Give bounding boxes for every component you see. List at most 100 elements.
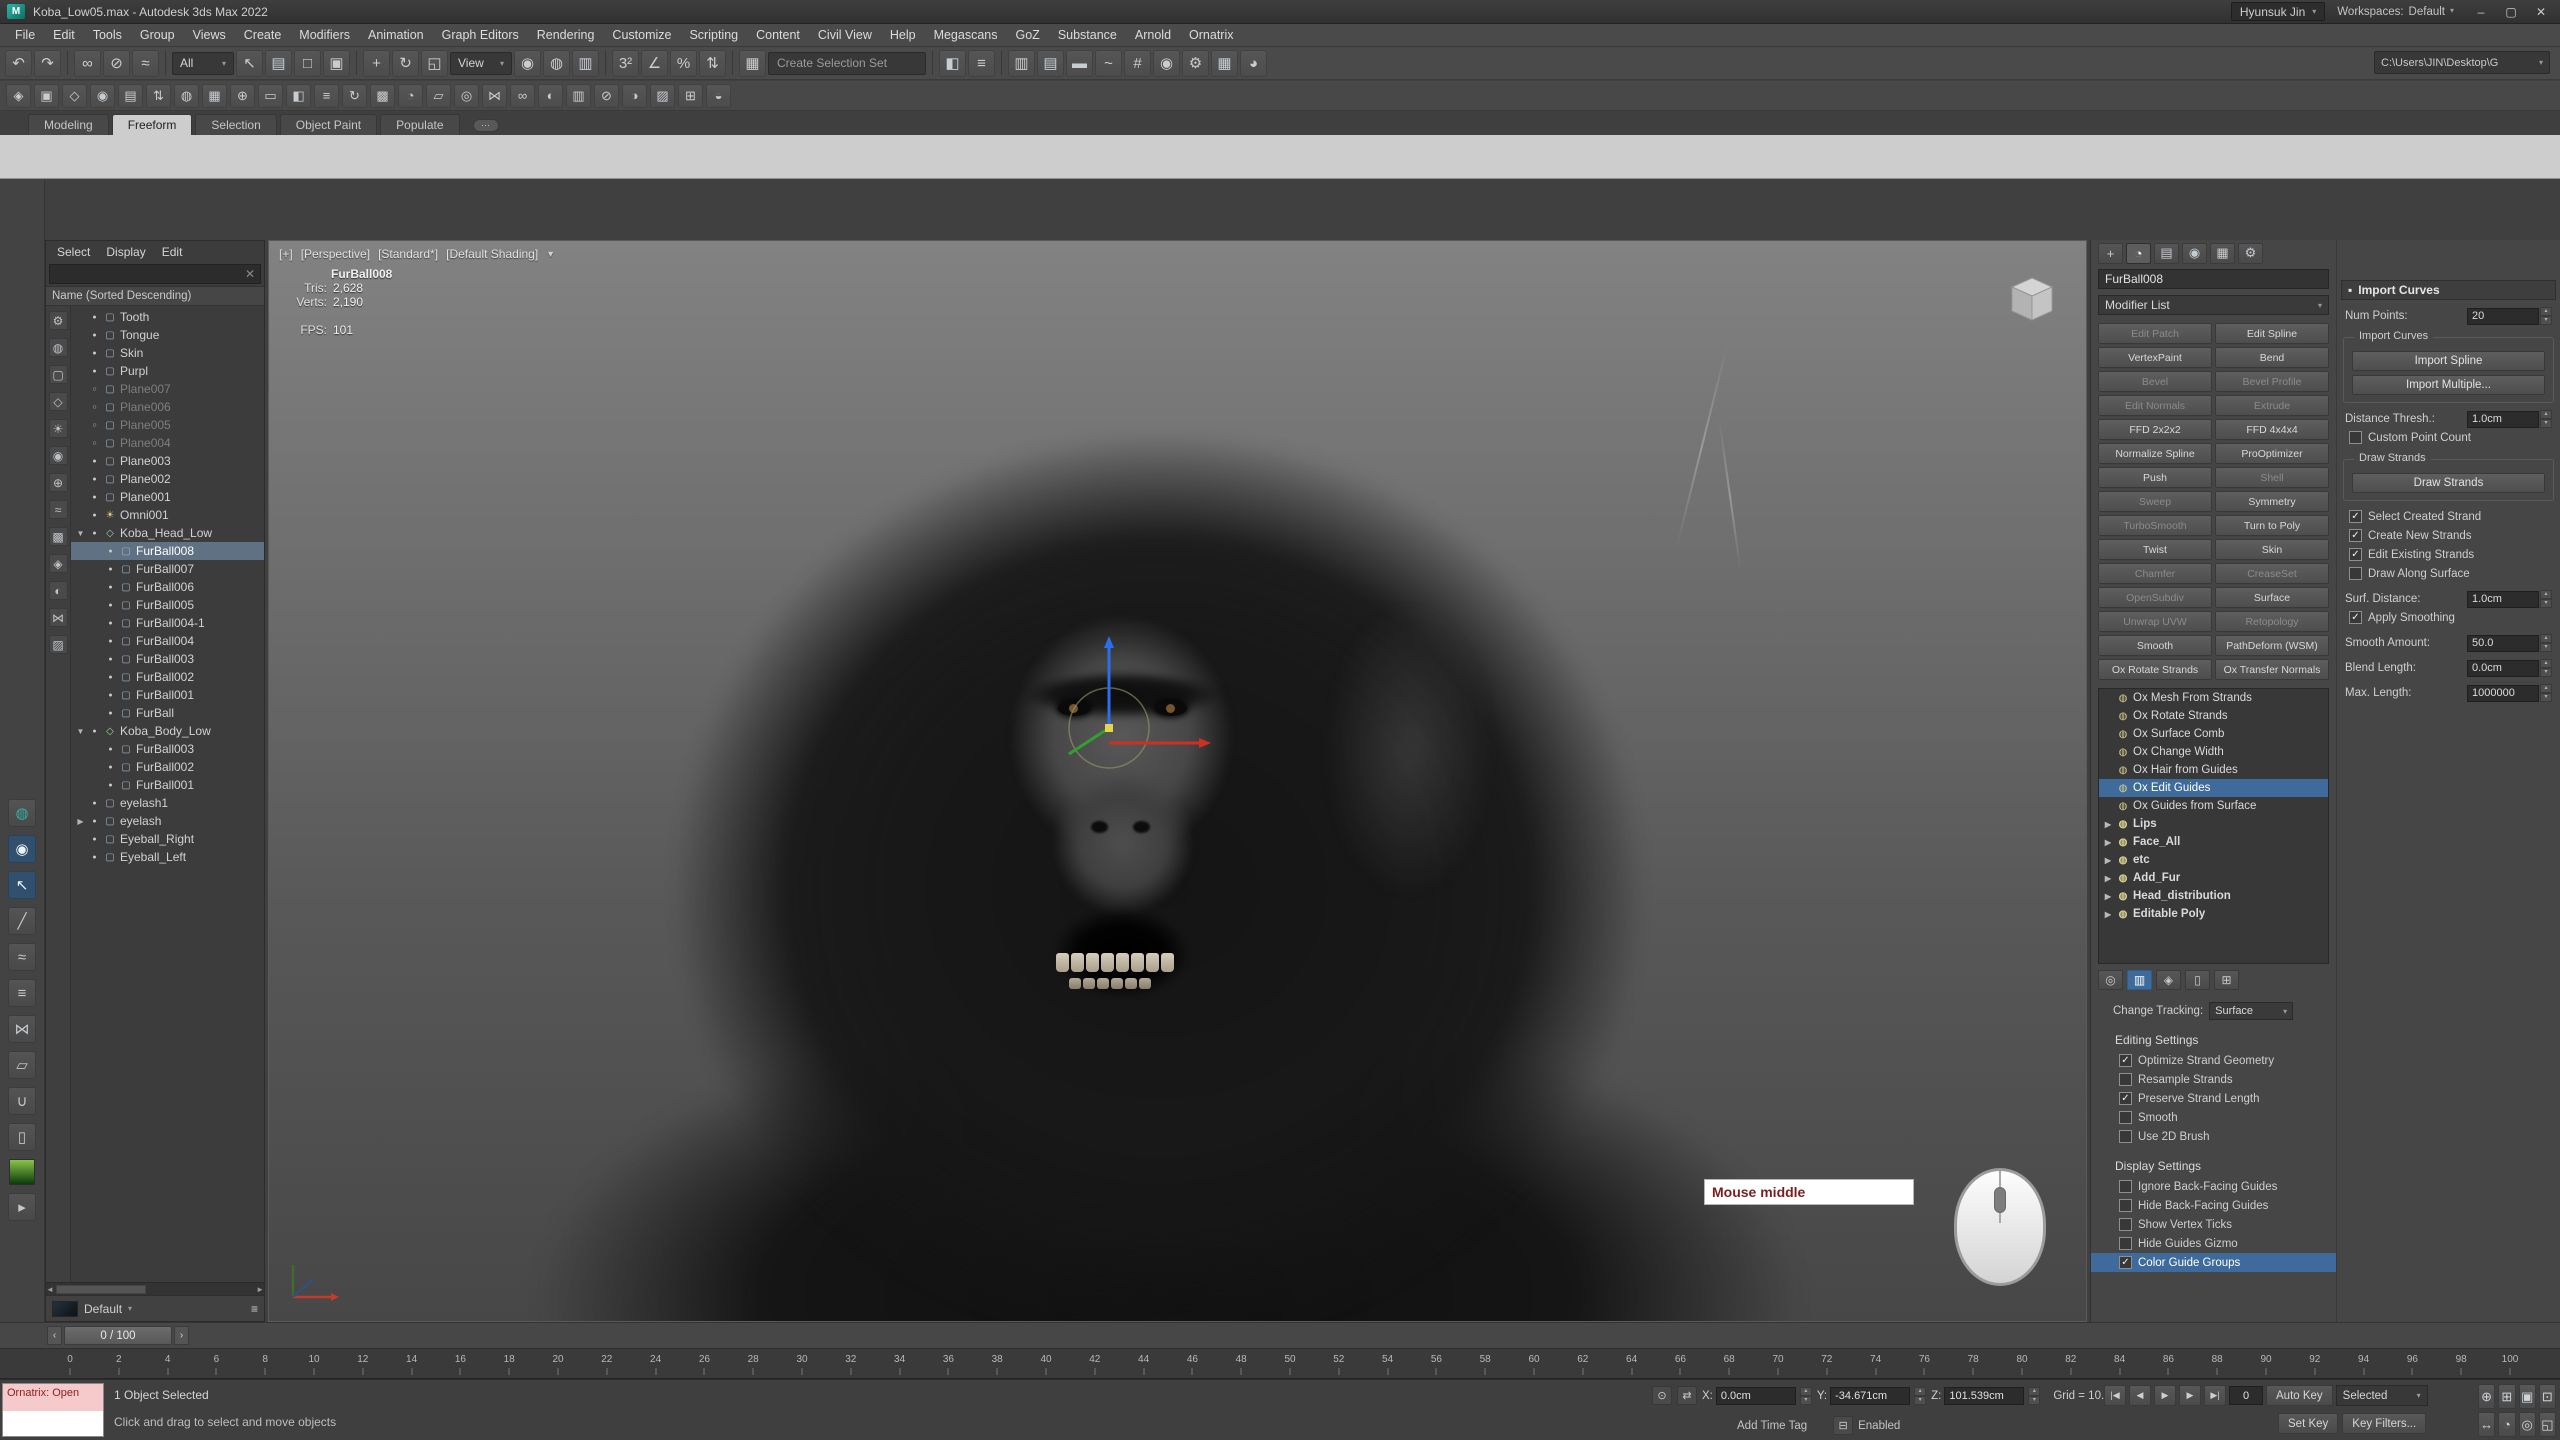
modifier-button-ffd-2x2x2[interactable]: FFD 2x2x2 — [2098, 419, 2212, 440]
explorer-item-eyeball-right[interactable]: ●▢Eyeball_Right — [71, 830, 264, 848]
filter-geometry-icon[interactable]: ▢ — [49, 365, 68, 384]
toggle-layer-explorer-icon[interactable]: ▤ — [1037, 50, 1064, 77]
scrollbar-thumb[interactable] — [56, 1285, 146, 1294]
trash-icon[interactable]: ▯ — [8, 1123, 36, 1151]
checkbox-icon[interactable] — [2119, 1180, 2132, 1193]
modifier-button-symmetry[interactable]: Symmetry — [2215, 491, 2329, 512]
modifier-button-pathdeform-wsm[interactable]: PathDeform (WSM) — [2215, 635, 2329, 656]
stack-item-etc[interactable]: ▶◍etc — [2099, 851, 2328, 869]
project-folder-field[interactable]: C:\Users\JIN\Desktop\G ▾ — [2374, 51, 2550, 74]
toolbar2-icon-7[interactable]: ◍ — [174, 84, 199, 108]
explorer-item-furball008[interactable]: ●▢FurBall008 — [71, 542, 264, 560]
spinner-up-icon[interactable]: ▴ — [2540, 307, 2552, 316]
menu-ornatrix[interactable]: Ornatrix — [1180, 25, 1242, 45]
ribbon-tab-object-paint[interactable]: Object Paint — [280, 114, 377, 135]
schematic-view-icon[interactable]: # — [1124, 50, 1151, 77]
explorer-item-furball001[interactable]: ●▢FurBall001 — [71, 686, 264, 704]
visibility-dot-icon[interactable]: ● — [89, 854, 100, 861]
menu-views[interactable]: Views — [184, 25, 235, 45]
collapse-arrow-icon[interactable]: ▼ — [75, 529, 86, 538]
undo-icon[interactable]: ↶ — [5, 50, 32, 77]
toolbar2-icon-10[interactable]: ▭ — [258, 84, 283, 108]
track-bar-ruler[interactable]: 0246810121416182022242628303234363840424… — [0, 1348, 2560, 1379]
option-draw-along-surface[interactable]: Draw Along Surface — [2337, 564, 2560, 583]
explorer-item-eyelash1[interactable]: ●▢eyelash1 — [71, 794, 264, 812]
filter-xrefs-icon[interactable]: ◈ — [49, 554, 68, 573]
toolbar2-icon-9[interactable]: ⊕ — [230, 84, 255, 108]
visibility-dot-icon[interactable]: ● — [105, 692, 116, 699]
menu-help[interactable]: Help — [881, 25, 925, 45]
explorer-item-plane004[interactable]: ○▢Plane004 — [71, 434, 264, 452]
ribbon-options-icon[interactable]: ⋯ — [473, 119, 499, 132]
stack-item-ox-rotate-strands[interactable]: ◍Ox Rotate Strands — [2099, 707, 2328, 725]
filter-helpers-icon[interactable]: ⊕ — [49, 473, 68, 492]
spinner-up-icon[interactable]: ▴ — [2028, 1387, 2040, 1396]
eraser-tool-icon[interactable]: ▱ — [8, 1051, 36, 1079]
toolbar2-icon-15[interactable]: ◔ — [398, 84, 423, 108]
spinner-up-icon[interactable]: ▴ — [2540, 684, 2552, 693]
angle-snap-icon[interactable]: ∠ — [641, 50, 668, 77]
spinner-snap-icon[interactable]: ⇅ — [699, 50, 726, 77]
stack-item-face-all[interactable]: ▶◍Face_All — [2099, 833, 2328, 851]
configure-modifier-sets-icon[interactable]: ⊞ — [2214, 970, 2239, 990]
toggle-ribbon-icon[interactable]: ▬ — [1066, 50, 1093, 77]
color-swatch[interactable] — [9, 1159, 35, 1185]
modifier-button-ox-rotate-strands[interactable]: Ox Rotate Strands — [2098, 659, 2212, 680]
stack-item-ox-surface-comb[interactable]: ◍Ox Surface Comb — [2099, 725, 2328, 743]
expand-arrow-icon[interactable]: ▶ — [2103, 820, 2113, 829]
3dsmax-logo-icon[interactable]: M — [7, 4, 25, 19]
toolbar2-icon-19[interactable]: ∞ — [510, 84, 535, 108]
toolbar2-icon-5[interactable]: ▤ — [118, 84, 143, 108]
show-end-result-icon[interactable]: ▥ — [2127, 970, 2152, 990]
checkbox-icon[interactable] — [2349, 529, 2362, 542]
checkbox-icon[interactable] — [2119, 1073, 2132, 1086]
explorer-menu-select[interactable]: Select — [50, 243, 97, 261]
menu-content[interactable]: Content — [747, 25, 809, 45]
visibility-dot-icon[interactable]: ● — [89, 800, 100, 807]
add-time-tag[interactable]: Add Time Tag — [1737, 1420, 1807, 1432]
spinner-up-icon[interactable]: ▴ — [2540, 410, 2552, 419]
clear-search-icon[interactable]: ✕ — [245, 267, 255, 281]
option-optimize-strand-geometry[interactable]: Optimize Strand Geometry — [2091, 1051, 2336, 1070]
visibility-dot-icon[interactable]: ● — [105, 782, 116, 789]
explorer-item-koba-body-low[interactable]: ▼●◇Koba_Body_Low — [71, 722, 264, 740]
checkbox-icon[interactable] — [2349, 611, 2362, 624]
reference-coordinate-dropdown[interactable]: View▾ — [450, 52, 512, 75]
named-selection-set-field[interactable]: Create Selection Set — [768, 52, 926, 75]
checkbox-icon[interactable] — [2119, 1199, 2132, 1212]
explorer-item-plane001[interactable]: ●▢Plane001 — [71, 488, 264, 506]
viewport-pov-menu[interactable]: [Perspective] — [301, 247, 370, 261]
toolbar2-icon-1[interactable]: ◈ — [6, 84, 31, 108]
minimize-button[interactable]: – — [2466, 1, 2496, 23]
modifier-button-smooth[interactable]: Smooth — [2098, 635, 2212, 656]
menu-rendering[interactable]: Rendering — [528, 25, 604, 45]
bind-to-space-warp-icon[interactable]: ≈ — [132, 50, 159, 77]
explorer-item-furball003[interactable]: ●▢FurBall003 — [71, 740, 264, 758]
move-gizmo[interactable] — [1019, 628, 1219, 788]
visibility-dot-icon[interactable]: ● — [105, 746, 116, 753]
use-pivot-point-icon[interactable]: ◉ — [514, 50, 541, 77]
explorer-item-tongue[interactable]: ●▢Tongue — [71, 326, 264, 344]
set-key-button[interactable]: Set Key — [2278, 1413, 2338, 1434]
visibility-dot-icon[interactable]: ○ — [89, 404, 100, 411]
modifier-button-surface[interactable]: Surface — [2215, 587, 2329, 608]
visibility-bulb-icon[interactable]: ◍ — [2117, 801, 2129, 812]
explorer-item-furball002[interactable]: ●▢FurBall002 — [71, 668, 264, 686]
snap-toggle-3d-icon[interactable]: 3² — [612, 50, 639, 77]
explorer-item-plane005[interactable]: ○▢Plane005 — [71, 416, 264, 434]
spinner-down-icon[interactable]: ▾ — [2540, 643, 2552, 652]
toolbar2-icon-26[interactable]: ◒ — [706, 84, 731, 108]
rectangular-selection-region-icon[interactable]: □ — [294, 50, 321, 77]
display-tab[interactable]: ▦ — [2210, 243, 2235, 264]
menu-substance[interactable]: Substance — [1049, 25, 1126, 45]
checkbox-icon[interactable] — [2119, 1111, 2132, 1124]
filter-spacewarps-icon[interactable]: ≈ — [49, 500, 68, 519]
orbit-icon[interactable]: ◔ — [2498, 1412, 2515, 1437]
explorer-item-plane002[interactable]: ●▢Plane002 — [71, 470, 264, 488]
comb-tool-icon[interactable]: ≡ — [8, 979, 36, 1007]
visibility-dot-icon[interactable]: ● — [105, 566, 116, 573]
menu-animation[interactable]: Animation — [359, 25, 433, 45]
option-resample-strands[interactable]: Resample Strands — [2091, 1070, 2336, 1089]
zoom-region-icon[interactable]: ⊡ — [2539, 1384, 2556, 1409]
utilities-tab[interactable]: ⚙ — [2238, 243, 2263, 264]
